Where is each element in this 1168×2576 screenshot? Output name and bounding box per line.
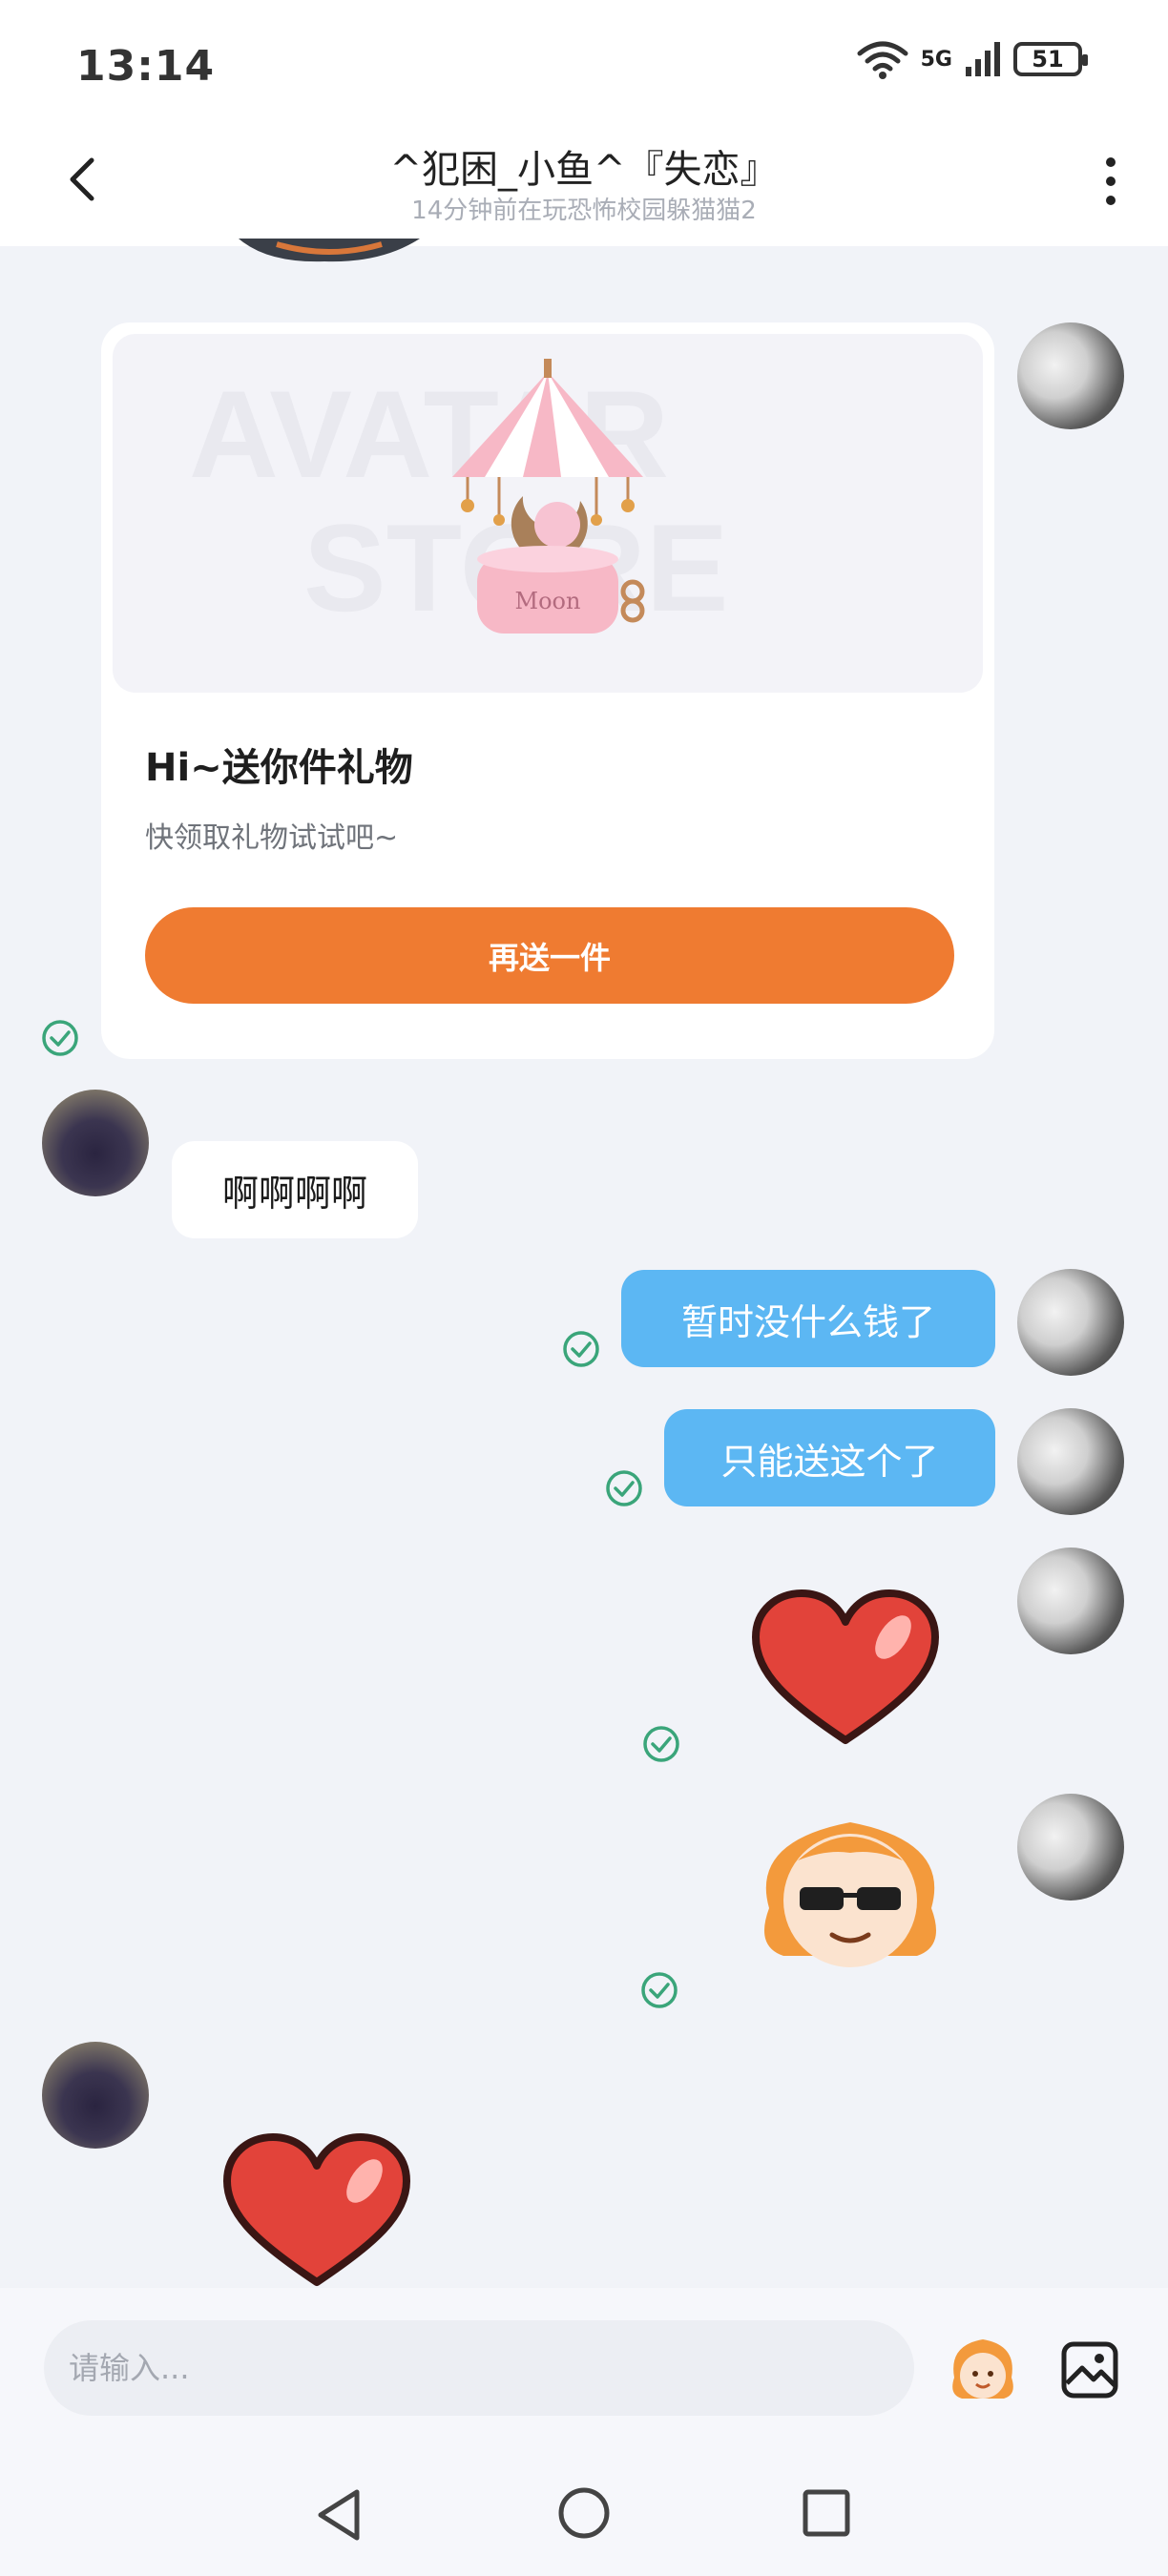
contact-avatar[interactable] [42,1090,149,1196]
chat-title: ^犯困_小鱼^『失恋』 [389,148,779,192]
emoji-character-icon[interactable] [945,2332,1021,2408]
status-time: 13:14 [76,42,216,91]
message-bubble-outgoing[interactable]: 只能送这个了 [664,1409,995,1506]
nav-recents-icon[interactable] [802,2488,851,2538]
gift-description: 快领取礼物试试吧~ [145,821,399,855]
status-icons: 5G 51 [856,38,1088,80]
read-check-icon [643,1726,679,1762]
battery-level: 51 [1032,46,1064,73]
heart-sticker[interactable] [750,1588,941,1750]
message-input[interactable] [44,2320,914,2416]
read-check-icon [641,1972,678,2008]
nav-home-icon[interactable] [557,2486,611,2540]
heart-sticker[interactable] [221,2133,412,2288]
read-check-icon [42,1020,78,1056]
more-vertical-icon[interactable] [1088,153,1134,210]
self-avatar[interactable] [1017,1548,1124,1654]
gift-image-caption: Moon [515,588,581,614]
signal-icon [966,42,1000,76]
carousel-gift-illustration: AVATAR STORE Moon [189,359,728,637]
gift-title: Hi~送你件礼物 [145,746,413,790]
back-arrow-icon[interactable] [57,153,111,206]
message-bubble-incoming[interactable]: 啊啊啊啊 [172,1141,418,1238]
network-label: 5G [920,47,952,72]
self-avatar[interactable] [1017,1408,1124,1515]
chat-status: 14分钟前在玩恐怖校园躲猫猫2 [411,197,757,225]
message-bubble-outgoing[interactable]: 暂时没什么钱了 [621,1270,995,1367]
self-avatar[interactable] [1017,1269,1124,1376]
battery-icon: 51 [1013,42,1088,76]
read-check-icon [563,1331,599,1367]
image-icon[interactable] [1059,2339,1120,2400]
send-another-gift-button[interactable]: 再送一件 [145,907,954,1004]
sunglasses-character-sticker[interactable] [740,1803,960,1975]
read-check-icon [606,1470,642,1506]
contact-avatar[interactable] [42,2042,149,2149]
nav-back-icon[interactable] [313,2486,366,2544]
self-avatar[interactable] [1017,1794,1124,1901]
partial-sticker [239,239,420,262]
gift-image: AVATAR STORE Moon [113,334,983,693]
self-avatar[interactable] [1017,322,1124,429]
wifi-icon [857,41,908,79]
